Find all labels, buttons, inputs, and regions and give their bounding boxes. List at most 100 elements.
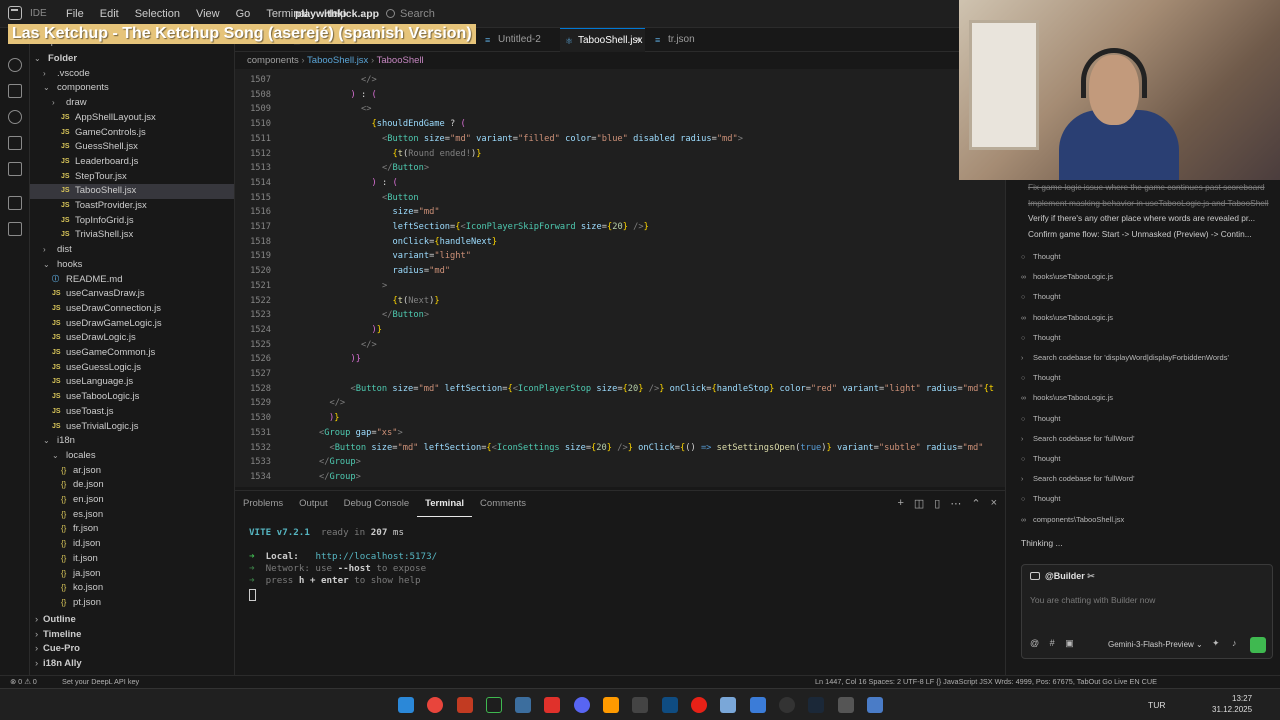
file-item[interactable]: JS ToastProvider.jsx — [30, 199, 234, 214]
todo-item[interactable]: Implement masking behavior in useTabooLo… — [1028, 196, 1278, 211]
folder-item[interactable]: ⌄ locales — [30, 449, 234, 464]
activity-item[interactable]: ○ Thought — [1021, 371, 1276, 385]
terminal-icon[interactable] — [486, 697, 502, 713]
input-language[interactable]: TUR — [1148, 700, 1165, 710]
activity-item[interactable]: › Search codebase for 'fullWord' — [1021, 432, 1276, 446]
file-item[interactable]: JS useTrivialLogic.js — [30, 420, 234, 435]
activity-item[interactable]: ○ Thought — [1021, 492, 1276, 506]
folder-item[interactable]: ⌄ hooks — [30, 258, 234, 273]
breadcrumb-item[interactable]: TabooShell — [377, 55, 424, 66]
tab-debug-console[interactable]: Debug Console — [336, 491, 418, 517]
file-item[interactable]: JS GuessShell.jsx — [30, 140, 234, 155]
file-item[interactable]: JS useDrawLogic.js — [30, 331, 234, 346]
chrome-icon[interactable] — [427, 697, 443, 713]
sparkle-icon[interactable]: ✦ — [1212, 638, 1220, 649]
file-item[interactable]: JS Leaderboard.js — [30, 155, 234, 170]
deepl-status[interactable]: Set your DeepL API key — [62, 676, 139, 688]
todo-item[interactable]: Verify if there's any other place where … — [1028, 211, 1278, 226]
vscode-icon[interactable] — [662, 697, 678, 713]
local-url-link[interactable]: http://localhost:5173/ — [315, 551, 437, 562]
git-icon[interactable] — [515, 697, 531, 713]
illustrator-icon[interactable] — [603, 697, 619, 713]
file-item[interactable]: JS useToast.js — [30, 405, 234, 420]
file-item[interactable]: JS useGuessLogic.js — [30, 361, 234, 376]
image-icon[interactable]: ▣ — [1065, 638, 1074, 648]
editor-tab[interactable]: ⚛ TabooShell.jsx × — [560, 28, 645, 52]
explorer-icon[interactable] — [720, 697, 736, 713]
system-clock[interactable]: 13:27 31.12.2025 — [1212, 693, 1252, 715]
split-terminal-icon[interactable]: ◫ — [914, 497, 924, 510]
folder-item[interactable]: ⌄ i18n — [30, 434, 234, 449]
activity-item[interactable]: ∞ hooks\useTabooLogic.js — [1021, 270, 1276, 284]
activity-item[interactable]: ∞ components\TabooShell.jsx — [1021, 513, 1276, 527]
tab-comments[interactable]: Comments — [472, 491, 534, 517]
breadcrumb-item[interactable]: TabooShell.jsx — [307, 55, 368, 66]
editor-tab[interactable]: ≡ Untitled-2 — [480, 28, 558, 52]
activity-item[interactable]: ○ Thought — [1021, 250, 1276, 264]
send-button[interactable] — [1250, 637, 1266, 653]
todo-item[interactable]: Confirm game flow: Start -> Unmasked (Pr… — [1028, 227, 1278, 242]
command-search-input[interactable]: Search — [384, 6, 954, 22]
folder-item[interactable]: › dist — [30, 243, 234, 258]
activity-item[interactable]: ○ Thought — [1021, 331, 1276, 345]
remote-icon[interactable] — [8, 162, 22, 176]
tab-problems[interactable]: Problems — [235, 491, 291, 517]
activity-item[interactable]: ○ Thought — [1021, 290, 1276, 304]
trash-icon[interactable]: ▯ — [934, 497, 940, 510]
todo-item[interactable]: Fix game logic issue where the game cont… — [1028, 180, 1278, 195]
mic-icon[interactable]: ♪ — [1232, 638, 1237, 648]
file-item[interactable]: {} it.json — [30, 552, 234, 567]
model-selector[interactable]: Gemini-3-Flash-Preview ⌄ — [1108, 638, 1203, 652]
youtube-icon[interactable] — [691, 697, 707, 713]
terminal-output[interactable]: VITE v7.2.1 ready in 207 ms ➜ Local: htt… — [249, 527, 437, 587]
search-icon[interactable] — [8, 58, 22, 72]
maximize-icon[interactable]: ⌃ — [971, 497, 980, 510]
explorer-section[interactable]: › Timeline — [30, 628, 234, 643]
activity-item[interactable]: ○ Thought — [1021, 452, 1276, 466]
file-icon[interactable] — [8, 222, 22, 236]
steam-icon[interactable] — [808, 697, 824, 713]
file-item[interactable]: {} en.json — [30, 493, 234, 508]
chat-input[interactable]: You are chatting with Builder now — [1030, 595, 1155, 605]
hash-icon[interactable]: # — [1050, 638, 1055, 648]
file-item[interactable]: JS useLanguage.js — [30, 375, 234, 390]
file-item[interactable]: ⓘ README.md — [30, 273, 234, 288]
add-terminal-icon[interactable]: + — [897, 497, 903, 510]
mention-icon[interactable]: @ — [1030, 638, 1039, 648]
file-item[interactable]: {} ja.json — [30, 567, 234, 582]
folder-item[interactable]: ⌄ components — [30, 81, 234, 96]
breadcrumb-item[interactable]: components — [247, 55, 299, 66]
problems-count[interactable]: ⊗ 0 ⚠ 0 — [10, 676, 37, 688]
close-panel-icon[interactable]: × — [991, 497, 997, 510]
file-item[interactable]: JS useTabooLogic.js — [30, 390, 234, 405]
folder-item[interactable]: › draw — [30, 96, 234, 111]
folder-item[interactable]: ⌄ Folder — [30, 52, 234, 67]
file-item[interactable]: JS useDrawConnection.js — [30, 302, 234, 317]
explorer-section[interactable]: › Cue-Pro — [30, 642, 234, 657]
tab-output[interactable]: Output — [291, 491, 336, 517]
file-item[interactable]: {} de.json — [30, 478, 234, 493]
file-item[interactable]: JS useCanvasDraw.js — [30, 287, 234, 302]
filezilla-icon[interactable] — [544, 697, 560, 713]
activity-item[interactable]: › Search codebase for 'fullWord' — [1021, 472, 1276, 486]
activity-item[interactable]: ○ Thought — [1021, 412, 1276, 426]
run-debug-icon[interactable] — [8, 110, 22, 124]
file-item[interactable]: {} es.json — [30, 508, 234, 523]
settings-gear-icon[interactable] — [8, 136, 22, 150]
github-icon[interactable] — [779, 697, 795, 713]
explorer-section[interactable]: › i18n Ally — [30, 657, 234, 672]
file-item[interactable]: JS GameControls.js — [30, 126, 234, 141]
source-control-icon[interactable] — [8, 84, 22, 98]
close-icon[interactable]: × — [635, 29, 641, 53]
activity-item[interactable]: ∞ hooks\useTabooLogic.js — [1021, 311, 1276, 325]
editor-tab[interactable]: ≡ tr.json — [650, 28, 728, 52]
file-item[interactable]: {} id.json — [30, 537, 234, 552]
file-item[interactable]: JS useDrawGameLogic.js — [30, 317, 234, 332]
activity-item[interactable]: ∞ hooks\useTabooLogic.js — [1021, 391, 1276, 405]
editor-status[interactable]: Ln 1447, Col 16 Spaces: 2 UTF-8 LF {} Ja… — [815, 676, 1157, 688]
file-item[interactable]: JS TriviaShell.jsx — [30, 228, 234, 243]
chat-composer[interactable]: @Builder ✂ You are chatting with Builder… — [1021, 564, 1273, 659]
vivaldi-icon[interactable] — [457, 697, 473, 713]
activity-item[interactable]: › Search codebase for 'displayWord|displa… — [1021, 351, 1276, 365]
explorer-section[interactable]: › Outline — [30, 613, 234, 628]
